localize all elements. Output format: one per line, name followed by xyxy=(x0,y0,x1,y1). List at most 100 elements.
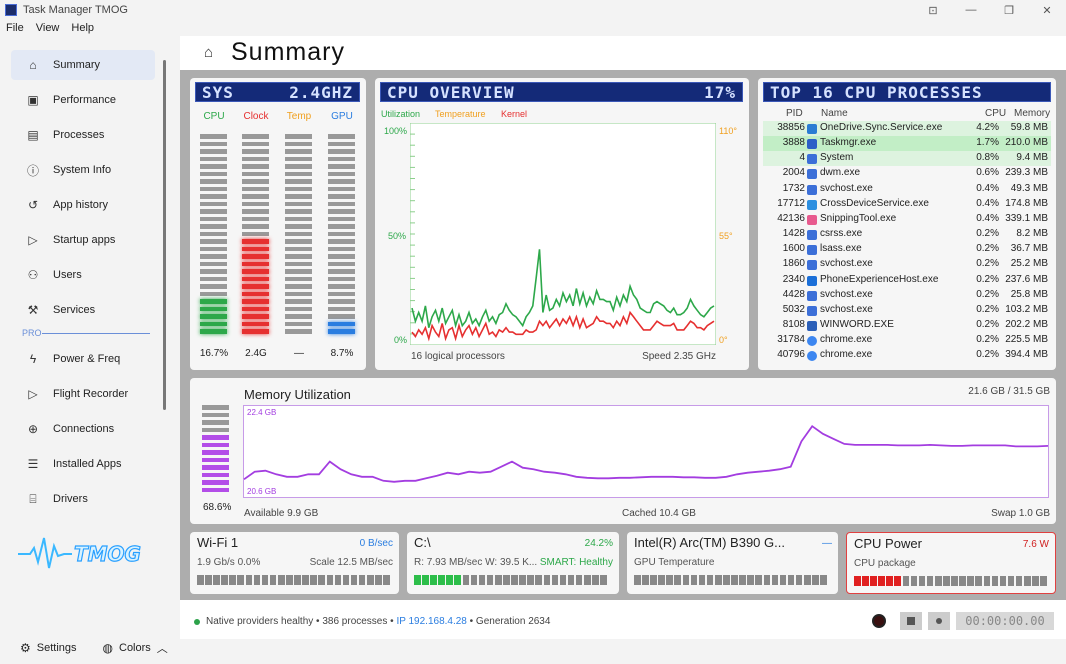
column-value-clock: 2.4G xyxy=(245,348,267,359)
usage-segment xyxy=(583,575,591,585)
process-cpu: 0.2% xyxy=(976,243,999,255)
process-row[interactable]: 38856 OneDrive.Sync.Service.exe 4.2% 59.8 M… xyxy=(763,121,1051,136)
process-row[interactable]: 1428 csrss.exe 0.2% 8.2 MB xyxy=(763,227,1051,242)
app-icon xyxy=(807,154,817,165)
sidebar-item-summary[interactable]: ⌂ Summary xyxy=(11,50,155,80)
usage-segment xyxy=(503,575,510,585)
gpu-card[interactable]: Intel(R) Arc(TM) B390 G... — GPU Tempera… xyxy=(627,532,838,594)
usage-segment xyxy=(430,575,437,585)
palette-icon[interactable]: ◍ xyxy=(103,641,113,655)
usage-segment xyxy=(205,575,212,585)
process-row[interactable]: 1860 svchost.exe 0.2% 25.2 MB xyxy=(763,257,1051,272)
process-row[interactable]: 3888 Taskmgr.exe 1.7% 210.0 MB xyxy=(763,136,1051,152)
process-row[interactable]: 42136 SnippingTool.exe 0.4% 339.1 MB xyxy=(763,212,1051,227)
usage-segment xyxy=(658,575,665,585)
col-memory[interactable]: Memory xyxy=(1014,108,1050,119)
menu-help[interactable]: Help xyxy=(65,20,100,36)
process-cpu: 1.7% xyxy=(976,137,999,149)
usage-segment xyxy=(213,575,220,585)
sidebar-item-power-freq[interactable]: ϟ Power & Freq xyxy=(11,344,155,374)
pin-icon[interactable]: ⊡ xyxy=(914,0,952,20)
usage-segment xyxy=(438,575,445,585)
process-row[interactable]: 1732 svchost.exe 0.4% 49.3 MB xyxy=(763,182,1051,197)
status-generation: • Generation 2634 xyxy=(466,616,551,627)
sidebar-item-drivers[interactable]: ⌸ Drivers xyxy=(11,484,155,514)
settings-icon[interactable]: ⚙ xyxy=(20,641,31,655)
menu-file[interactable]: File xyxy=(0,20,30,36)
usage-segment xyxy=(991,576,999,586)
level-bar-temp xyxy=(285,134,312,337)
process-row[interactable]: 4 System 0.8% 9.4 MB xyxy=(763,151,1051,167)
usage-segment xyxy=(943,576,950,586)
sidebar-item-startup-apps[interactable]: ▷ Startup apps xyxy=(11,225,155,255)
sidebar-item-label: App history xyxy=(53,199,109,211)
wifi-card[interactable]: Wi-Fi 1 0 B/sec 1.9 Gb/s 0.0% Scale 12.5… xyxy=(190,532,399,594)
col-name[interactable]: Name xyxy=(821,108,848,119)
process-cpu: 0.2% xyxy=(976,349,999,361)
process-row[interactable]: 5032 svchost.exe 0.2% 103.2 MB xyxy=(763,303,1051,318)
stop-button[interactable] xyxy=(900,612,922,630)
process-cpu: 0.2% xyxy=(976,318,999,330)
process-pid: 3888 xyxy=(782,137,805,149)
minimize-button[interactable]: — xyxy=(952,0,990,20)
top-lcd: TOP 16 CPU PROCESSES xyxy=(763,82,1051,102)
sidebar-item-performance[interactable]: ▣ Performance xyxy=(11,85,155,115)
onedrive-icon xyxy=(807,124,817,134)
sidebar-item-system-info[interactable]: ⓘ System Info xyxy=(11,155,155,185)
process-row[interactable]: 2004 dwm.exe 0.6% 239.3 MB xyxy=(763,166,1051,181)
sidebar-item-users[interactable]: ⚇ Users xyxy=(11,260,155,290)
usage-segment xyxy=(698,575,706,585)
sidebar-scrollbar[interactable] xyxy=(163,60,166,410)
wifi-scale: Scale 12.5 MB/sec xyxy=(309,557,393,568)
column-label-temp: Temp xyxy=(286,111,312,122)
sidebar-item-connections[interactable]: ⊕ Connections xyxy=(11,414,155,444)
usage-segment xyxy=(237,575,245,585)
sidebar-item-app-history[interactable]: ↺ App history xyxy=(11,190,155,220)
process-row[interactable]: 2340 PhoneExperienceHost.exe 0.2% 237.6 MB xyxy=(763,273,1051,288)
usage-segment xyxy=(286,575,293,585)
info-icon: ⓘ xyxy=(26,163,39,178)
mark-button[interactable] xyxy=(928,612,950,630)
sidebar-item-label: Installed Apps xyxy=(53,458,122,470)
usage-segment xyxy=(294,575,301,585)
process-row[interactable]: 17712 CrossDeviceService.exe 0.4% 174.8 MB xyxy=(763,197,1051,212)
cpu-power-card[interactable]: CPU Power 7.6 W CPU package xyxy=(846,532,1056,594)
memory-total: 21.6 GB / 31.5 GB xyxy=(968,386,1050,397)
process-row[interactable]: 40796 chrome.exe 0.2% 394.4 MB xyxy=(763,348,1051,363)
app-icon xyxy=(807,305,817,316)
sidebar-item-label: Services xyxy=(53,304,96,316)
legend-kernel: Kernel xyxy=(501,109,528,119)
memory-segment xyxy=(202,412,229,417)
process-row[interactable]: 31784 chrome.exe 0.2% 225.5 MB xyxy=(763,333,1051,348)
col-cpu[interactable]: CPU xyxy=(985,108,1006,119)
process-row[interactable]: 8108 WINWORD.EXE 0.2% 202.2 MB xyxy=(763,318,1051,333)
list-icon: ☰ xyxy=(27,457,39,471)
usage-segment xyxy=(634,575,641,585)
disk-card[interactable]: C:\ 24.2% R: 7.93 MB/sec W: 39.5 K... SM… xyxy=(407,532,619,594)
colors-button[interactable]: Colors xyxy=(119,642,151,654)
window-title: Task Manager TMOG xyxy=(23,4,128,16)
processes-icon: ▤ xyxy=(27,128,39,142)
menu-view[interactable]: View xyxy=(30,20,66,36)
sidebar-item-installed-apps[interactable]: ☰ Installed Apps xyxy=(11,449,155,479)
col-pid[interactable]: PID xyxy=(786,108,803,119)
close-button[interactable]: ✕ xyxy=(1028,0,1066,20)
process-row[interactable]: 4428 svchost.exe 0.2% 25.8 MB xyxy=(763,288,1051,303)
process-memory: 225.5 MB xyxy=(1005,334,1048,346)
sidebar-item-flight-recorder[interactable]: ▷ Flight Recorder xyxy=(11,379,155,409)
process-pid: 1860 xyxy=(782,258,805,270)
usage-segment xyxy=(454,575,462,585)
process-row[interactable]: 1600 lsass.exe 0.2% 36.7 MB xyxy=(763,242,1051,257)
process-cpu: 0.6% xyxy=(976,167,999,179)
settings-button[interactable]: Settings xyxy=(37,642,77,654)
process-pid: 38856 xyxy=(777,122,805,133)
process-pid: 17712 xyxy=(777,197,805,209)
sidebar-item-services[interactable]: ⚒ Services xyxy=(11,295,155,325)
chevron-up-icon[interactable]: ︿ xyxy=(157,640,168,656)
record-button[interactable] xyxy=(872,614,886,628)
memory-segment xyxy=(202,487,229,492)
memory-swap: Swap 1.0 GB xyxy=(991,508,1050,519)
maximize-button[interactable]: ❐ xyxy=(990,0,1028,20)
sidebar-item-processes[interactable]: ▤ Processes xyxy=(11,120,155,150)
disk-io: R: 7.93 MB/sec W: 39.5 K... xyxy=(414,557,538,568)
